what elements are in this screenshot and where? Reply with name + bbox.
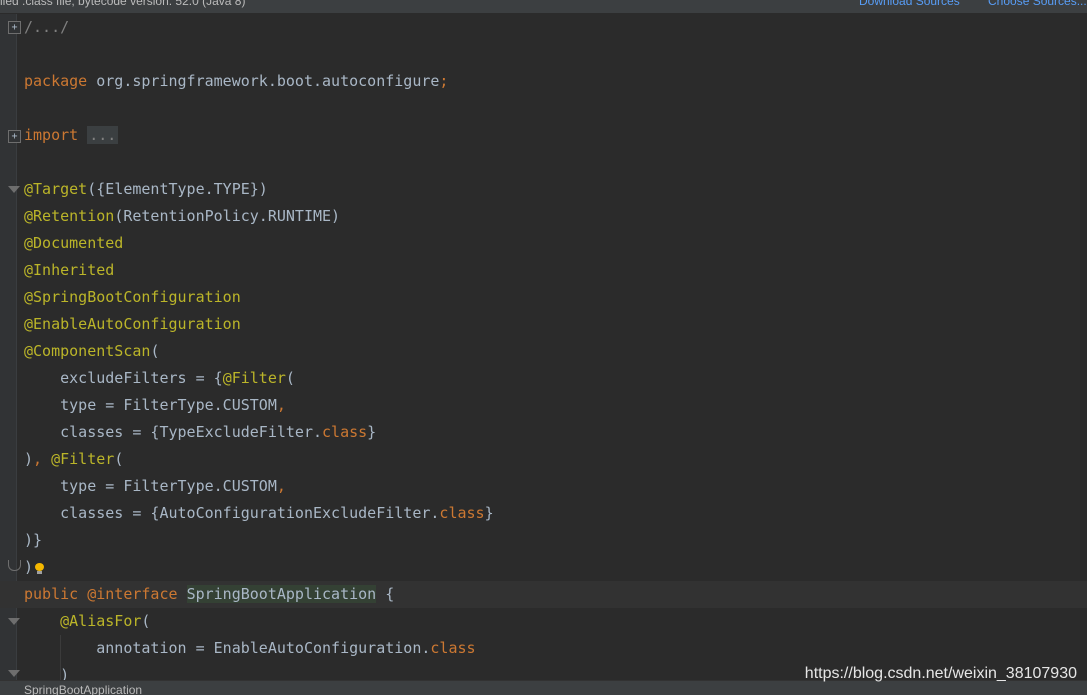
code-line[interactable]: import ... xyxy=(0,122,1087,149)
code-line[interactable]: annotation = EnableAutoConfiguration.cla… xyxy=(0,635,1087,662)
code-line[interactable]: @Retention(RetentionPolicy.RUNTIME) xyxy=(0,203,1087,230)
code-line[interactable]: ), @Filter( xyxy=(0,446,1087,473)
code-line[interactable]: @SpringBootConfiguration xyxy=(0,284,1087,311)
code-token: excludeFilters = { xyxy=(24,369,223,387)
code-line[interactable]: package org.springframework.boot.autocon… xyxy=(0,68,1087,95)
code-line[interactable] xyxy=(0,41,1087,68)
code-token: class xyxy=(322,423,368,441)
breadcrumb[interactable]: SpringBootApplication xyxy=(24,683,142,695)
code-token: @Inherited xyxy=(24,261,115,279)
banner-message: iled .class file, bytecode version: 52.0… xyxy=(0,0,246,8)
watermark-text: https://blog.csdn.net/weixin_38107930 xyxy=(804,665,1077,682)
code-token: (RetentionPolicy.RUNTIME) xyxy=(114,207,341,225)
code-token: @ComponentScan xyxy=(24,342,151,360)
code-token: ( xyxy=(285,369,295,387)
code-token: @EnableAutoConfiguration xyxy=(24,315,241,333)
code-token: annotation = EnableAutoConfiguration. xyxy=(24,639,431,657)
code-line[interactable] xyxy=(0,149,1087,176)
code-token: import xyxy=(24,126,79,144)
intention-bulb-icon[interactable] xyxy=(35,563,45,574)
code-line[interactable]: /.../ xyxy=(0,14,1087,41)
code-line[interactable]: type = FilterType.CUSTOM, xyxy=(0,392,1087,419)
code-token: type = FilterType.CUSTOM xyxy=(24,477,277,495)
code-line[interactable] xyxy=(0,95,1087,122)
download-sources-link[interactable]: Download Sources xyxy=(859,0,960,8)
folded-imports-placeholder[interactable]: ... xyxy=(87,126,119,144)
code-token: classes = {TypeExcludeFilter. xyxy=(24,423,323,441)
code-line[interactable]: classes = {AutoConfigurationExcludeFilte… xyxy=(0,500,1087,527)
code-token: , xyxy=(276,396,286,414)
code-token: type = FilterType.CUSTOM xyxy=(24,396,277,414)
code-token: org.springframework.boot.autoconfigure xyxy=(87,72,440,90)
decompiled-file-banner: iled .class file, bytecode version: 52.0… xyxy=(0,0,1087,14)
code-token: { xyxy=(376,585,395,603)
code-token: ) xyxy=(24,450,34,468)
code-token: ; xyxy=(439,72,449,90)
code-line[interactable]: type = FilterType.CUSTOM, xyxy=(0,473,1087,500)
code-token: /.../ xyxy=(24,18,70,36)
code-token: class xyxy=(439,504,485,522)
code-token: @SpringBootConfiguration xyxy=(24,288,241,306)
code-token: , xyxy=(276,477,286,495)
code-token: @Retention xyxy=(24,207,115,225)
code-token: ( xyxy=(141,612,151,630)
code-line[interactable]: excludeFilters = {@Filter( xyxy=(0,365,1087,392)
choose-sources-link[interactable]: Choose Sources... xyxy=(988,0,1087,8)
code-line[interactable]: )} xyxy=(0,527,1087,554)
code-line[interactable]: @AliasFor( xyxy=(0,608,1087,635)
code-token: public xyxy=(24,585,79,603)
code-token: class xyxy=(430,639,476,657)
code-token: ( xyxy=(150,342,160,360)
code-token: @Target xyxy=(24,180,88,198)
code-token: package xyxy=(24,72,88,90)
code-token: ({ElementType.TYPE}) xyxy=(87,180,268,198)
code-token: @AliasFor xyxy=(60,612,142,630)
code-token: } xyxy=(484,504,494,522)
code-token: , xyxy=(33,450,43,468)
code-token: SpringBootApplication xyxy=(186,585,377,603)
code-token: @Documented xyxy=(24,234,124,252)
code-line[interactable]: @Target({ElementType.TYPE}) xyxy=(0,176,1087,203)
code-token: @Filter xyxy=(51,450,115,468)
code-token: } xyxy=(367,423,377,441)
code-line[interactable]: @Documented xyxy=(0,230,1087,257)
code-token: )} xyxy=(24,531,43,549)
code-line[interactable]: @Inherited xyxy=(0,257,1087,284)
code-token: @interface xyxy=(87,585,178,603)
code-line[interactable]: public @interface SpringBootApplication … xyxy=(0,581,1087,608)
code-token: classes = {AutoConfigurationExcludeFilte… xyxy=(24,504,440,522)
code-line[interactable]: ) xyxy=(0,554,1087,581)
code-token: @Filter xyxy=(222,369,286,387)
code-line[interactable]: @ComponentScan( xyxy=(0,338,1087,365)
code-token: ( xyxy=(114,450,124,468)
code-token: ) xyxy=(24,558,34,576)
code-line[interactable]: classes = {TypeExcludeFilter.class} xyxy=(0,419,1087,446)
code-line[interactable]: @EnableAutoConfiguration xyxy=(0,311,1087,338)
